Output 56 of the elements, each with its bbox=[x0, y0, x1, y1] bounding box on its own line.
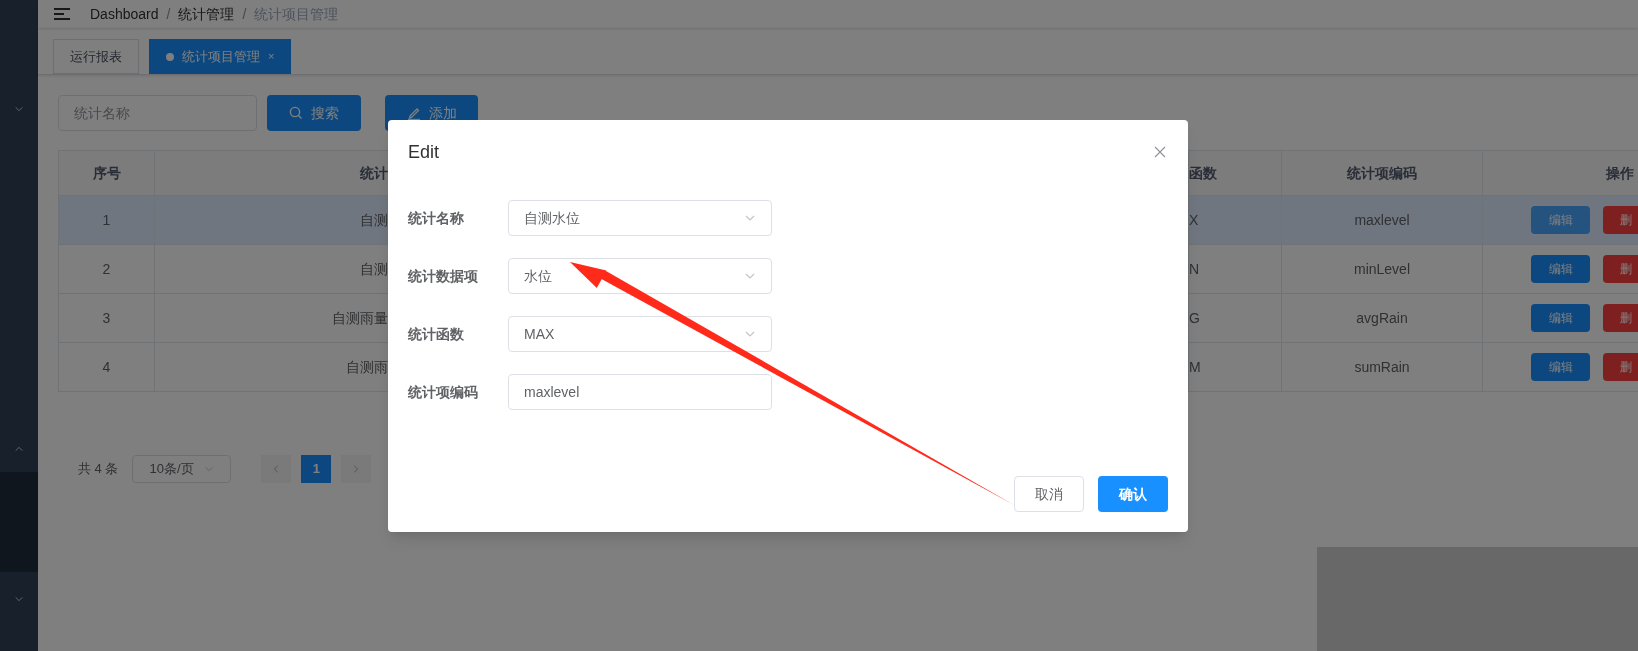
table-cell: maxlevel bbox=[1354, 211, 1410, 228]
edit-button[interactable]: 编辑 bbox=[1531, 255, 1590, 283]
page-button[interactable]: 1 bbox=[301, 455, 332, 483]
breadcrumb-item[interactable]: 统计管理 bbox=[178, 3, 235, 25]
total-count: 共 4 条 bbox=[78, 460, 119, 479]
field-label: 统计数据项 bbox=[408, 266, 479, 286]
table-cell: minLevel bbox=[1354, 260, 1410, 277]
field-label: 统计名称 bbox=[408, 208, 465, 228]
chevron-icon bbox=[14, 444, 24, 454]
chevron-icon bbox=[14, 104, 24, 114]
menu-icon[interactable] bbox=[54, 7, 70, 21]
edit-button[interactable]: 编辑 bbox=[1531, 353, 1590, 381]
tab[interactable]: 统计项目管理 × bbox=[149, 39, 292, 74]
breadcrumb-separator: / bbox=[242, 4, 247, 24]
table-cell: 1 bbox=[102, 211, 111, 228]
breadcrumb-item[interactable]: Dashboard bbox=[90, 3, 159, 25]
table-cell: 自测雨量 bbox=[332, 309, 388, 326]
page-size-select[interactable]: 10条/页 bbox=[132, 455, 232, 483]
column-header: 统计 bbox=[360, 164, 388, 181]
breadcrumb-separator: / bbox=[166, 4, 171, 24]
table-cell: G bbox=[1189, 309, 1200, 326]
table-cell: 3 bbox=[102, 309, 111, 326]
table-cell: 自测 bbox=[360, 260, 388, 277]
field-label: 统计函数 bbox=[408, 324, 465, 344]
table-cell: N bbox=[1189, 260, 1200, 277]
select-field[interactable]: 水位 bbox=[508, 258, 772, 294]
column-header: 统计项编码 bbox=[1347, 164, 1417, 181]
delete-button[interactable]: 删 bbox=[1603, 206, 1638, 234]
delete-button[interactable]: 删 bbox=[1603, 353, 1638, 381]
column-header: 序号 bbox=[92, 164, 121, 181]
table-cell: X bbox=[1189, 211, 1199, 228]
chevron-icon bbox=[14, 594, 24, 604]
confirm-button[interactable]: 确认 bbox=[1098, 476, 1168, 512]
edit-button[interactable]: 编辑 bbox=[1531, 206, 1590, 234]
column-header: 函数 bbox=[1189, 164, 1217, 181]
search-button[interactable]: 搜索 bbox=[267, 95, 361, 131]
edit-button[interactable]: 编辑 bbox=[1531, 304, 1590, 332]
delete-button[interactable]: 删 bbox=[1603, 255, 1638, 283]
tab[interactable]: 运行报表 bbox=[53, 39, 139, 74]
table-cell: 自测 bbox=[360, 211, 388, 228]
dialog-title: Edit bbox=[408, 140, 440, 164]
table-cell: sumRain bbox=[1354, 358, 1410, 375]
input-field[interactable]: maxlevel bbox=[508, 374, 772, 410]
close-icon[interactable] bbox=[1154, 146, 1166, 158]
cancel-button[interactable]: 取消 bbox=[1014, 476, 1084, 512]
table-cell: avgRain bbox=[1356, 309, 1408, 326]
close-icon[interactable]: × bbox=[268, 48, 275, 65]
table-cell: 2 bbox=[102, 260, 111, 277]
column-header: 操作 bbox=[1606, 164, 1634, 181]
search-icon bbox=[289, 106, 303, 120]
delete-button[interactable]: 删 bbox=[1603, 304, 1638, 332]
table-cell: 4 bbox=[102, 358, 111, 375]
table-cell: 自测雨 bbox=[346, 358, 388, 375]
table-cell: M bbox=[1189, 358, 1201, 375]
select-field[interactable]: 自测水位 bbox=[508, 200, 772, 236]
field-label: 统计项编码 bbox=[408, 382, 479, 402]
